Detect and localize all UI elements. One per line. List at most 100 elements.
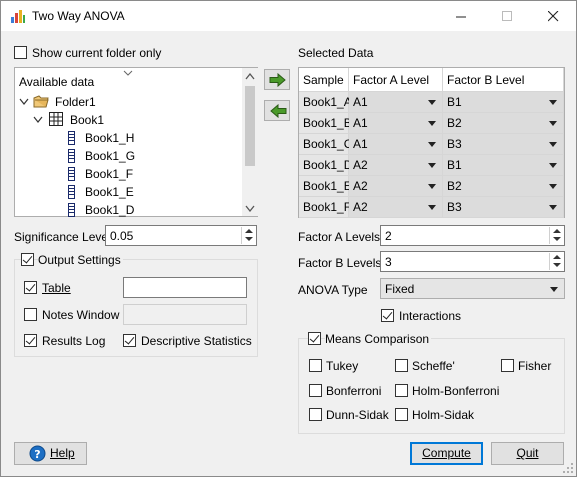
factor-b-level-select-value: B2 [447, 116, 462, 130]
notes-window-checkbox[interactable] [24, 308, 37, 321]
sample-cell[interactable]: Book1_F [299, 197, 351, 218]
anova-type-label: ANOVA Type [298, 283, 368, 297]
scroll-down-icon[interactable] [245, 205, 255, 212]
dropdown-arrow-icon [428, 163, 436, 168]
factor-b-level-select[interactable]: B2 [443, 176, 564, 197]
add-data-button[interactable] [264, 69, 290, 90]
show-current-folder-checkbox[interactable] [14, 46, 27, 59]
factor-b-levels-spinner[interactable] [549, 253, 563, 270]
descriptive-statistics-checkbox[interactable] [123, 334, 136, 347]
tree-item-sheet[interactable]: Book1_G [85, 149, 135, 163]
table-label: Table [42, 281, 71, 295]
fisher-checkbox[interactable] [501, 359, 514, 372]
factor-a-levels-spinner[interactable] [549, 227, 563, 244]
factor-a-level-select-value: A2 [353, 200, 368, 214]
maximize-button[interactable] [484, 1, 530, 31]
significance-level-value: 0.05 [110, 229, 134, 243]
tree-item-sheet[interactable]: Book1_E [85, 185, 134, 199]
selected-data-grid: Sample Factor A Level Factor B Level Boo… [298, 67, 565, 218]
dunn-sidak-checkbox[interactable] [309, 408, 322, 421]
scroll-up-icon[interactable] [245, 73, 255, 80]
factor-a-level-select[interactable]: A1 [349, 92, 443, 113]
factor-b-level-select[interactable]: B1 [443, 92, 564, 113]
close-button[interactable] [530, 1, 576, 31]
expand-chevron-icon[interactable] [33, 116, 43, 124]
factor-b-level-select[interactable]: B2 [443, 113, 564, 134]
tree-scrollbar[interactable] [242, 68, 258, 216]
sample-cell[interactable]: Book1_D [299, 155, 352, 176]
dropdown-arrow-icon [549, 142, 557, 147]
factor-a-level-select-value: A2 [353, 158, 368, 172]
factor-b-levels-input[interactable]: 3 [380, 251, 565, 272]
means-comparison-checkbox[interactable] [308, 332, 321, 345]
bonferroni-checkbox[interactable] [309, 384, 322, 397]
quit-button[interactable]: Quit [491, 442, 564, 465]
scroll-thumb[interactable] [245, 86, 255, 166]
help-button[interactable]: ? Help [14, 442, 87, 465]
title-bar: Two Way ANOVA [1, 1, 576, 31]
help-label: Help [50, 446, 75, 460]
interactions-label: Interactions [399, 309, 462, 323]
sample-cell[interactable]: Book1_C [299, 134, 352, 155]
anova-type-value: Fixed [385, 282, 415, 296]
column-header: Factor B Level [443, 68, 564, 92]
factor-b-level-select-value: B3 [447, 137, 462, 151]
significance-level-input[interactable]: 0.05 [105, 225, 257, 246]
factor-a-level-select[interactable]: A2 [349, 176, 443, 197]
factor-b-level-select-value: B3 [447, 200, 462, 214]
dropdown-arrow-icon [549, 100, 557, 105]
compute-label: Compute [422, 446, 471, 460]
table-name-input[interactable] [123, 277, 247, 298]
significance-level-spinner[interactable] [241, 227, 255, 244]
factor-a-level-select[interactable]: A2 [349, 197, 443, 218]
factor-b-level-select[interactable]: B1 [443, 155, 564, 176]
sample-cell[interactable]: Book1_B [299, 113, 352, 134]
scheffe-label: Scheffe' [412, 359, 455, 373]
descriptive-statistics-label: Descriptive Statistics [141, 334, 252, 348]
tree-item-folder1[interactable]: Folder1 [55, 95, 96, 109]
tree-item-sheet[interactable]: Book1_F [85, 167, 133, 181]
resize-grip-icon[interactable] [562, 462, 574, 474]
minimize-button[interactable] [438, 1, 484, 31]
table-checkbox[interactable] [24, 281, 37, 294]
window-title: Two Way ANOVA [32, 9, 125, 23]
dropdown-arrow-icon [549, 205, 557, 210]
two-way-anova-window: Two Way ANOVA Show current folder only A… [0, 0, 577, 477]
expand-chevron-icon[interactable] [19, 98, 29, 106]
factor-b-level-select-value: B1 [447, 95, 462, 109]
tukey-checkbox[interactable] [309, 359, 322, 372]
column-icon [68, 131, 75, 145]
quit-label: Quit [516, 446, 539, 460]
results-log-checkbox[interactable] [24, 334, 37, 347]
factor-a-level-select-value: A1 [353, 137, 368, 151]
interactions-checkbox[interactable] [381, 309, 394, 322]
factor-a-level-select[interactable]: A2 [349, 155, 443, 176]
dropdown-arrow-icon [428, 121, 436, 126]
factor-b-level-select[interactable]: B3 [443, 197, 564, 218]
available-data-label: Available data [19, 75, 95, 89]
sample-cell[interactable]: Book1_A [299, 92, 352, 113]
show-current-folder-label: Show current folder only [32, 46, 162, 60]
column-icon [68, 149, 75, 163]
tree-item-sheet[interactable]: Book1_H [85, 131, 134, 145]
compute-button[interactable]: Compute [410, 442, 483, 465]
tree-item-sheet[interactable]: Book1_D [85, 203, 134, 217]
available-data-tree[interactable]: Available data Folder1 Book1 Book1_H Boo… [14, 67, 258, 217]
anova-type-select[interactable]: Fixed [380, 278, 565, 299]
column-icon [68, 185, 75, 199]
output-settings-checkbox[interactable] [21, 253, 34, 266]
scheffe-checkbox[interactable] [395, 359, 408, 372]
column-header: Factor A Level [349, 68, 443, 92]
folder-icon [33, 95, 49, 108]
holm-bonferroni-label: Holm-Bonferroni [412, 384, 500, 398]
holm-sidak-checkbox[interactable] [395, 408, 408, 421]
holm-bonferroni-checkbox[interactable] [395, 384, 408, 397]
notes-window-input[interactable] [123, 304, 247, 325]
sample-cell[interactable]: Book1_E [299, 176, 352, 197]
tree-item-book1[interactable]: Book1 [70, 113, 104, 127]
factor-a-levels-input[interactable]: 2 [380, 225, 565, 246]
factor-b-level-select[interactable]: B3 [443, 134, 564, 155]
remove-data-button[interactable] [264, 100, 290, 121]
factor-a-level-select[interactable]: A1 [349, 113, 443, 134]
factor-a-level-select[interactable]: A1 [349, 134, 443, 155]
